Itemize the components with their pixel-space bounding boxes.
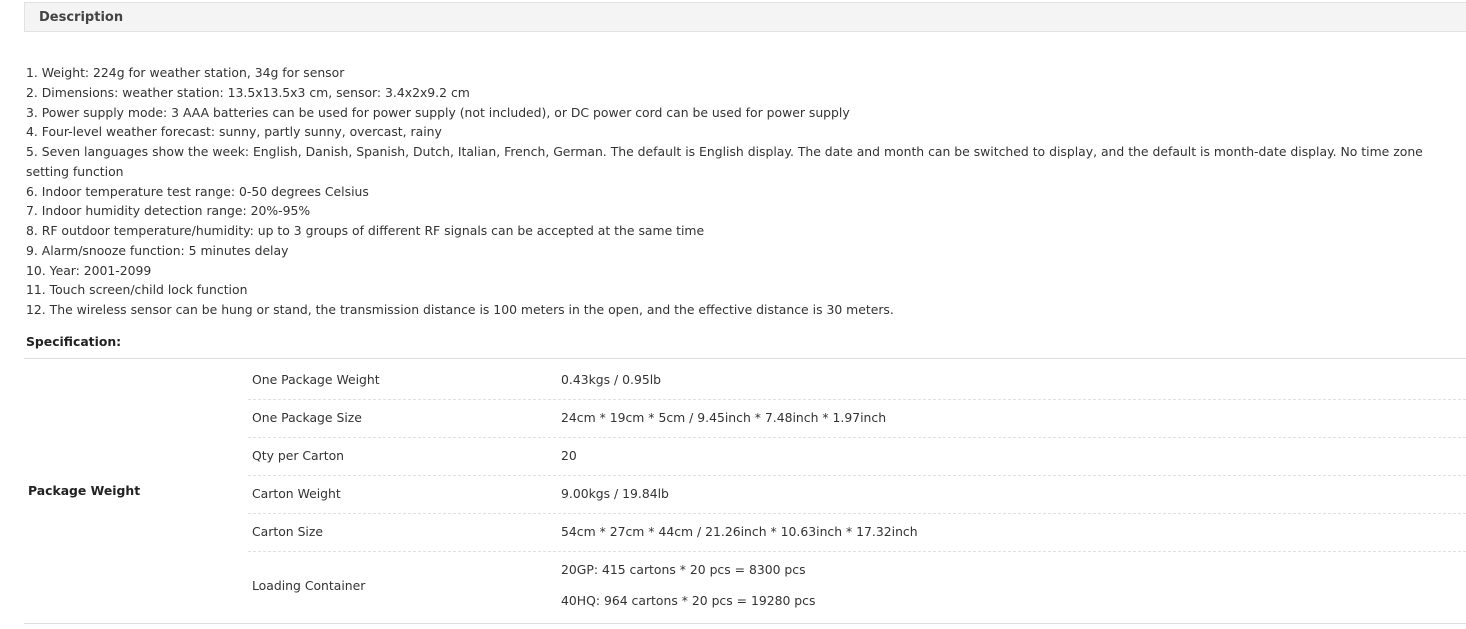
spec-key: One Package Size <box>252 410 362 425</box>
spec-key: One Package Weight <box>252 372 380 387</box>
description-item: 9. Alarm/snooze function: 5 minutes dela… <box>26 242 289 258</box>
description-tab-title: Description <box>39 10 124 25</box>
spec-key: Qty per Carton <box>252 448 345 463</box>
package-weight-group-label: Package Weight <box>28 483 141 498</box>
spec-key: Carton Weight <box>252 486 341 501</box>
description-tab[interactable]: Description <box>24 2 1466 32</box>
spec-row-one-package-weight: One Package Weight 0.43kgs / 0.95lb <box>248 359 1466 400</box>
description-list: 1. Weight: 224g for weather station, 34g… <box>26 63 1451 320</box>
spec-value: 9.00kgs / 19.84lb <box>561 486 669 501</box>
description-item: 1. Weight: 224g for weather station, 34g… <box>26 65 345 80</box>
spec-key: Loading Container <box>252 578 366 593</box>
specification-table: Package Weight One Package Weight 0.43kg… <box>24 358 1466 624</box>
description-item: 6. Indoor temperature test range: 0-50 d… <box>26 183 369 199</box>
spec-value-secondary: 40HQ: 964 cartons * 20 pcs = 19280 pcs <box>561 593 816 608</box>
description-item: 7. Indoor humidity detection range: 20%-… <box>26 203 311 219</box>
description-item: 11. Touch screen/child lock function <box>26 282 248 298</box>
spec-value: 0.43kgs / 0.95lb <box>561 372 662 387</box>
description-item: 8. RF outdoor temperature/humidity: up t… <box>26 223 705 238</box>
spec-key: Carton Size <box>252 524 324 539</box>
spec-row-carton-weight: Carton Weight 9.00kgs / 19.84lb <box>248 476 1466 514</box>
description-item: 2. Dimensions: weather station: 13.5x13.… <box>26 84 470 100</box>
spec-value: 24cm * 19cm * 5cm / 9.45inch * 7.48inch … <box>561 410 887 425</box>
spec-value: 20 <box>561 448 577 463</box>
description-item: 4. Four-level weather forecast: sunny, p… <box>26 124 442 140</box>
description-item: 3. Power supply mode: 3 AAA batteries ca… <box>26 104 850 120</box>
spec-row-loading-container: Loading Container 20GP: 415 cartons * 20… <box>248 552 1466 623</box>
description-item: 10. Year: 2001-2099 <box>26 262 152 278</box>
spec-row-carton-size: Carton Size 54cm * 27cm * 44cm / 21.26in… <box>248 514 1466 552</box>
spec-value: 20GP: 415 cartons * 20 pcs = 8300 pcs <box>561 562 806 577</box>
description-item: 5. Seven languages show the week: Englis… <box>26 144 1423 179</box>
description-item: 12. The wireless sensor can be hung or s… <box>26 302 894 317</box>
spec-value: 54cm * 27cm * 44cm / 21.26inch * 10.63in… <box>561 524 918 539</box>
spec-row-one-package-size: One Package Size 24cm * 19cm * 5cm / 9.4… <box>248 400 1466 438</box>
specification-heading: Specification: <box>26 334 122 349</box>
spec-row-qty-per-carton: Qty per Carton 20 <box>248 438 1466 476</box>
